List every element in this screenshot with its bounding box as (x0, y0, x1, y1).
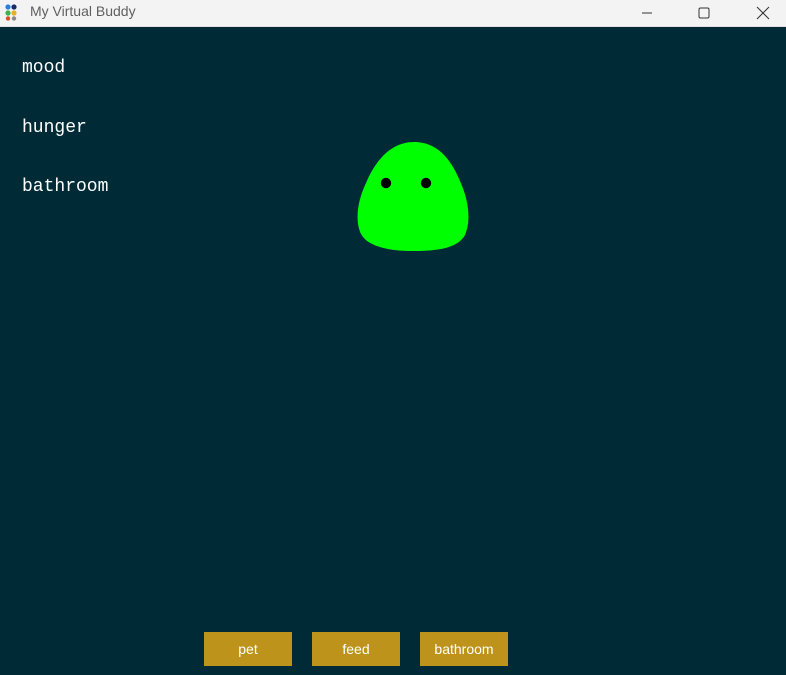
minimize-icon (642, 12, 652, 14)
bathroom-button[interactable]: bathroom (420, 632, 508, 666)
minimize-button[interactable] (624, 0, 670, 26)
title-bar[interactable]: My Virtual Buddy (0, 0, 786, 27)
app-window: My Virtual Buddy mood hunger bathroom pe… (0, 0, 786, 675)
hunger-label: hunger (22, 118, 87, 138)
pet-body (357, 142, 469, 251)
bathroom-label: bathroom (22, 177, 109, 197)
app-icon (5, 4, 17, 21)
pet-blob[interactable] (356, 141, 472, 252)
close-button[interactable] (740, 0, 786, 26)
feed-button[interactable]: feed (312, 632, 400, 666)
maximize-icon (698, 7, 710, 19)
pet-right-eye (420, 177, 432, 189)
mood-label: mood (22, 58, 66, 78)
maximize-button[interactable] (681, 0, 727, 26)
pet-left-eye (380, 177, 392, 189)
window-title: My Virtual Buddy (30, 3, 136, 19)
pet-button[interactable]: pet (204, 632, 292, 666)
close-icon (756, 6, 770, 20)
